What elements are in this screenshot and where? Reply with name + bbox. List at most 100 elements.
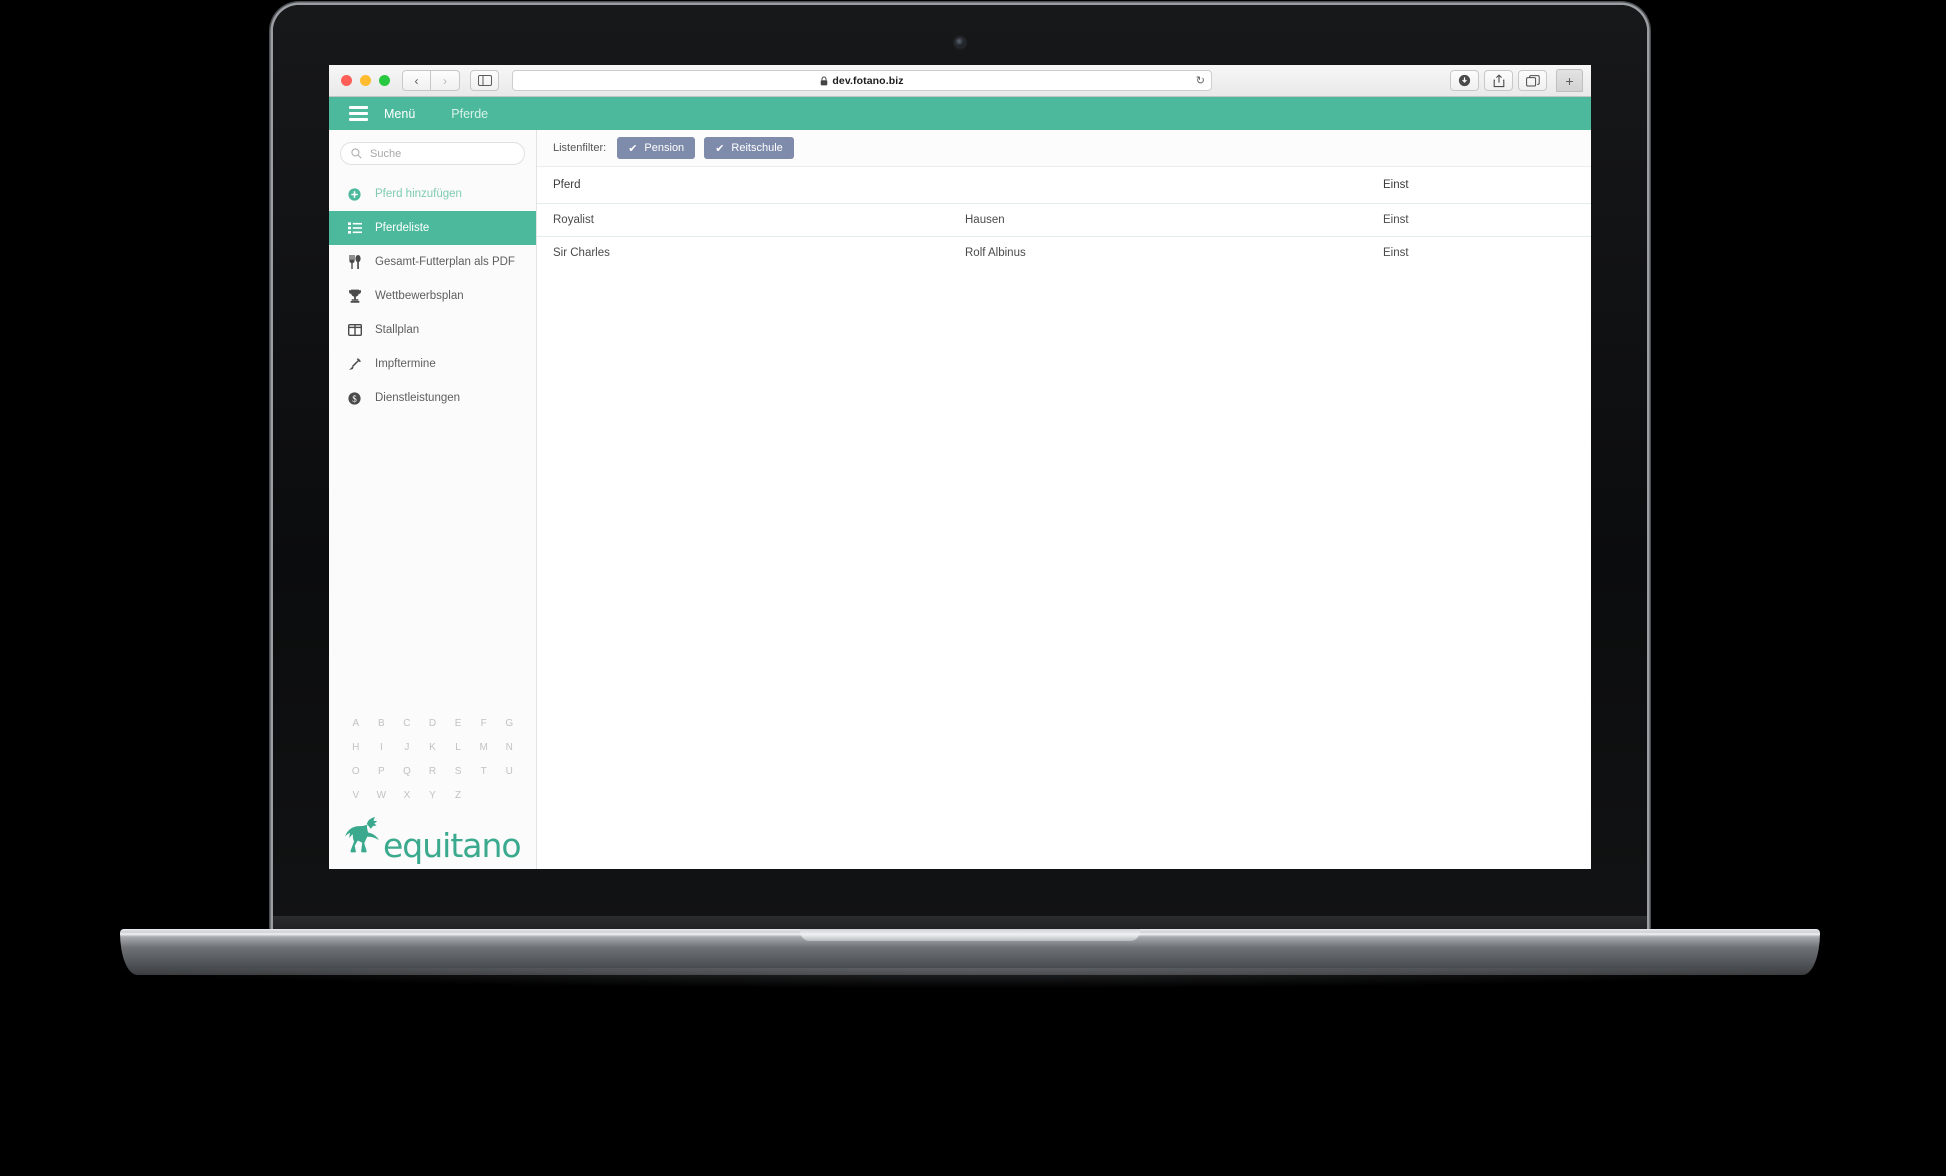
alphabet-letter-b[interactable]: B	[369, 718, 395, 729]
horse-table: Pferd Einst Royalist Hausen Einst Sir Ch…	[537, 167, 1591, 269]
column-header-pferd[interactable]: Pferd	[553, 179, 965, 191]
filter-bar: Listenfilter: ✔ Pension ✔ Reitschule	[537, 130, 1591, 167]
table-header-row: Pferd Einst	[537, 167, 1591, 203]
check-icon: ✔	[715, 142, 725, 155]
alphabet-letter-z[interactable]: Z	[445, 790, 471, 801]
alphabet-letter-a[interactable]: A	[343, 718, 369, 729]
pegasus-icon	[345, 817, 379, 853]
alphabet-letter-e[interactable]: E	[445, 718, 471, 729]
filter-chip-reitschule[interactable]: ✔ Reitschule	[704, 137, 794, 159]
brand-wordmark: equitano	[383, 825, 522, 865]
check-icon: ✔	[628, 142, 638, 155]
search-icon	[351, 148, 362, 159]
sidebar-item-pferd-hinzufuegen[interactable]: Pferd hinzufügen	[329, 177, 536, 211]
alphabet-letter-q[interactable]: Q	[394, 766, 420, 777]
laptop-lid: ‹ › dev.fotano.biz ↻ + Menü Pferde Suche…	[273, 5, 1647, 935]
horse-settings-link[interactable]: Einst	[1383, 247, 1591, 259]
app-header: Menü Pferde	[329, 97, 1591, 130]
table-row[interactable]: Royalist Hausen Einst	[537, 203, 1591, 236]
search-container: Suche	[329, 130, 536, 173]
reload-button[interactable]: ↻	[1196, 74, 1205, 87]
sidebar-item-wettbewerbsplan[interactable]: Wettbewerbsplan	[329, 279, 536, 313]
alphabet-letter-x[interactable]: X	[394, 790, 420, 801]
lock-icon	[821, 76, 828, 85]
sidebar-item-label: Pferdeliste	[375, 222, 430, 234]
table-row[interactable]: Sir Charles Rolf Albinus Einst	[537, 236, 1591, 269]
columns-icon	[347, 324, 362, 336]
app-body: Suche Pferd hinzufügen Pferdeliste Gesam…	[329, 130, 1591, 869]
sidebar-item-label: Stallplan	[375, 324, 420, 336]
column-header-einstellungen[interactable]: Einst	[1383, 179, 1591, 191]
alphabet-letter-m[interactable]: M	[471, 742, 497, 753]
sidebar-item-dienstleistungen[interactable]: $ Dienstleistungen	[329, 381, 536, 415]
filter-label: Listenfilter:	[553, 142, 607, 154]
new-tab-button[interactable]: +	[1556, 69, 1583, 92]
alphabet-letter-c[interactable]: C	[394, 718, 420, 729]
trophy-icon	[347, 289, 362, 303]
navigation-buttons[interactable]: ‹ ›	[402, 70, 460, 91]
alphabet-letter-p[interactable]: P	[369, 766, 395, 777]
filter-chip-label: Pension	[644, 142, 685, 154]
cutlery-icon	[347, 255, 362, 269]
browser-toolbar: ‹ › dev.fotano.biz ↻ +	[329, 65, 1591, 97]
alphabet-letter-s[interactable]: S	[445, 766, 471, 777]
sidebar-item-pferdeliste[interactable]: Pferdeliste	[329, 211, 536, 245]
sidebar-toggle-icon[interactable]	[470, 70, 499, 91]
alphabet-letter-f[interactable]: F	[471, 718, 497, 729]
share-glyph	[1493, 73, 1504, 87]
browser-window: ‹ › dev.fotano.biz ↻ + Menü Pferde Suche…	[329, 65, 1591, 869]
forward-button[interactable]: ›	[431, 70, 460, 91]
horse-settings-link[interactable]: Einst	[1383, 214, 1591, 226]
download-icon[interactable]	[1450, 70, 1479, 91]
alphabet-letter-l[interactable]: L	[445, 742, 471, 753]
alphabet-letter-i[interactable]: I	[369, 742, 395, 753]
filter-chip-label: Reitschule	[731, 142, 783, 154]
browser-right-tools: +	[1450, 69, 1583, 92]
window-controls[interactable]	[341, 75, 390, 86]
alphabet-letter-v[interactable]: V	[343, 790, 369, 801]
header-menu-label[interactable]: Menü	[384, 107, 415, 121]
alphabet-letter-d[interactable]: D	[420, 718, 446, 729]
horse-owner: Rolf Albinus	[965, 247, 1026, 259]
back-button[interactable]: ‹	[402, 70, 431, 91]
tab-overview-icon[interactable]	[1518, 70, 1547, 91]
alphabet-letter-y[interactable]: Y	[420, 790, 446, 801]
laptop-screen: ‹ › dev.fotano.biz ↻ + Menü Pferde Suche…	[329, 65, 1591, 869]
sidebar-item-impftermine[interactable]: Impftermine	[329, 347, 536, 381]
horse-owner: Hausen	[965, 214, 1005, 226]
alphabet-letter-h[interactable]: H	[343, 742, 369, 753]
sidebar-item-stallplan[interactable]: Stallplan	[329, 313, 536, 347]
alphabet-letter-o[interactable]: O	[343, 766, 369, 777]
minimize-window-button[interactable]	[360, 75, 371, 86]
address-bar[interactable]: dev.fotano.biz ↻	[512, 70, 1212, 91]
alphabet-letter-n[interactable]: N	[496, 742, 522, 753]
alphabet-letter-g[interactable]: G	[496, 718, 522, 729]
url-display: dev.fotano.biz	[820, 74, 904, 87]
download-glyph	[1458, 74, 1471, 87]
filter-chip-pension[interactable]: ✔ Pension	[617, 137, 696, 159]
alphabet-letter-t[interactable]: T	[471, 766, 497, 777]
sidebar-item-label: Wettbewerbsplan	[375, 290, 464, 302]
alphabet-letter-k[interactable]: K	[420, 742, 446, 753]
hamburger-menu-icon[interactable]	[349, 106, 368, 121]
horse-name: Sir Charles	[553, 247, 610, 259]
share-icon[interactable]	[1484, 70, 1513, 91]
breadcrumb: Pferde	[451, 106, 489, 121]
address-url-text: dev.fotano.biz	[832, 74, 904, 87]
horse-name: Royalist	[553, 214, 594, 226]
alphabet-letter-j[interactable]: J	[394, 742, 420, 753]
search-placeholder-text: Suche	[370, 147, 402, 160]
tab-overview-glyph	[1525, 74, 1540, 86]
alphabet-letter-w[interactable]: W	[369, 790, 395, 801]
alphabet-index: ABCDEFG HIJKLMN OPQRSTU VWXYZ	[329, 718, 536, 815]
search-input[interactable]: Suche	[340, 142, 525, 165]
syringe-icon	[347, 357, 362, 371]
sidebar-item-label: Pferd hinzufügen	[375, 188, 462, 200]
brand-logo: equitano	[329, 815, 536, 869]
alphabet-letter-u[interactable]: U	[496, 766, 522, 777]
sidebar-item-gesamt-futterplan-als-pdf[interactable]: Gesamt-Futterplan als PDF	[329, 245, 536, 279]
web-app: Menü Pferde Suche Pferd hinzufügen Pferd…	[329, 97, 1591, 869]
close-window-button[interactable]	[341, 75, 352, 86]
maximize-window-button[interactable]	[379, 75, 390, 86]
alphabet-letter-r[interactable]: R	[420, 766, 446, 777]
